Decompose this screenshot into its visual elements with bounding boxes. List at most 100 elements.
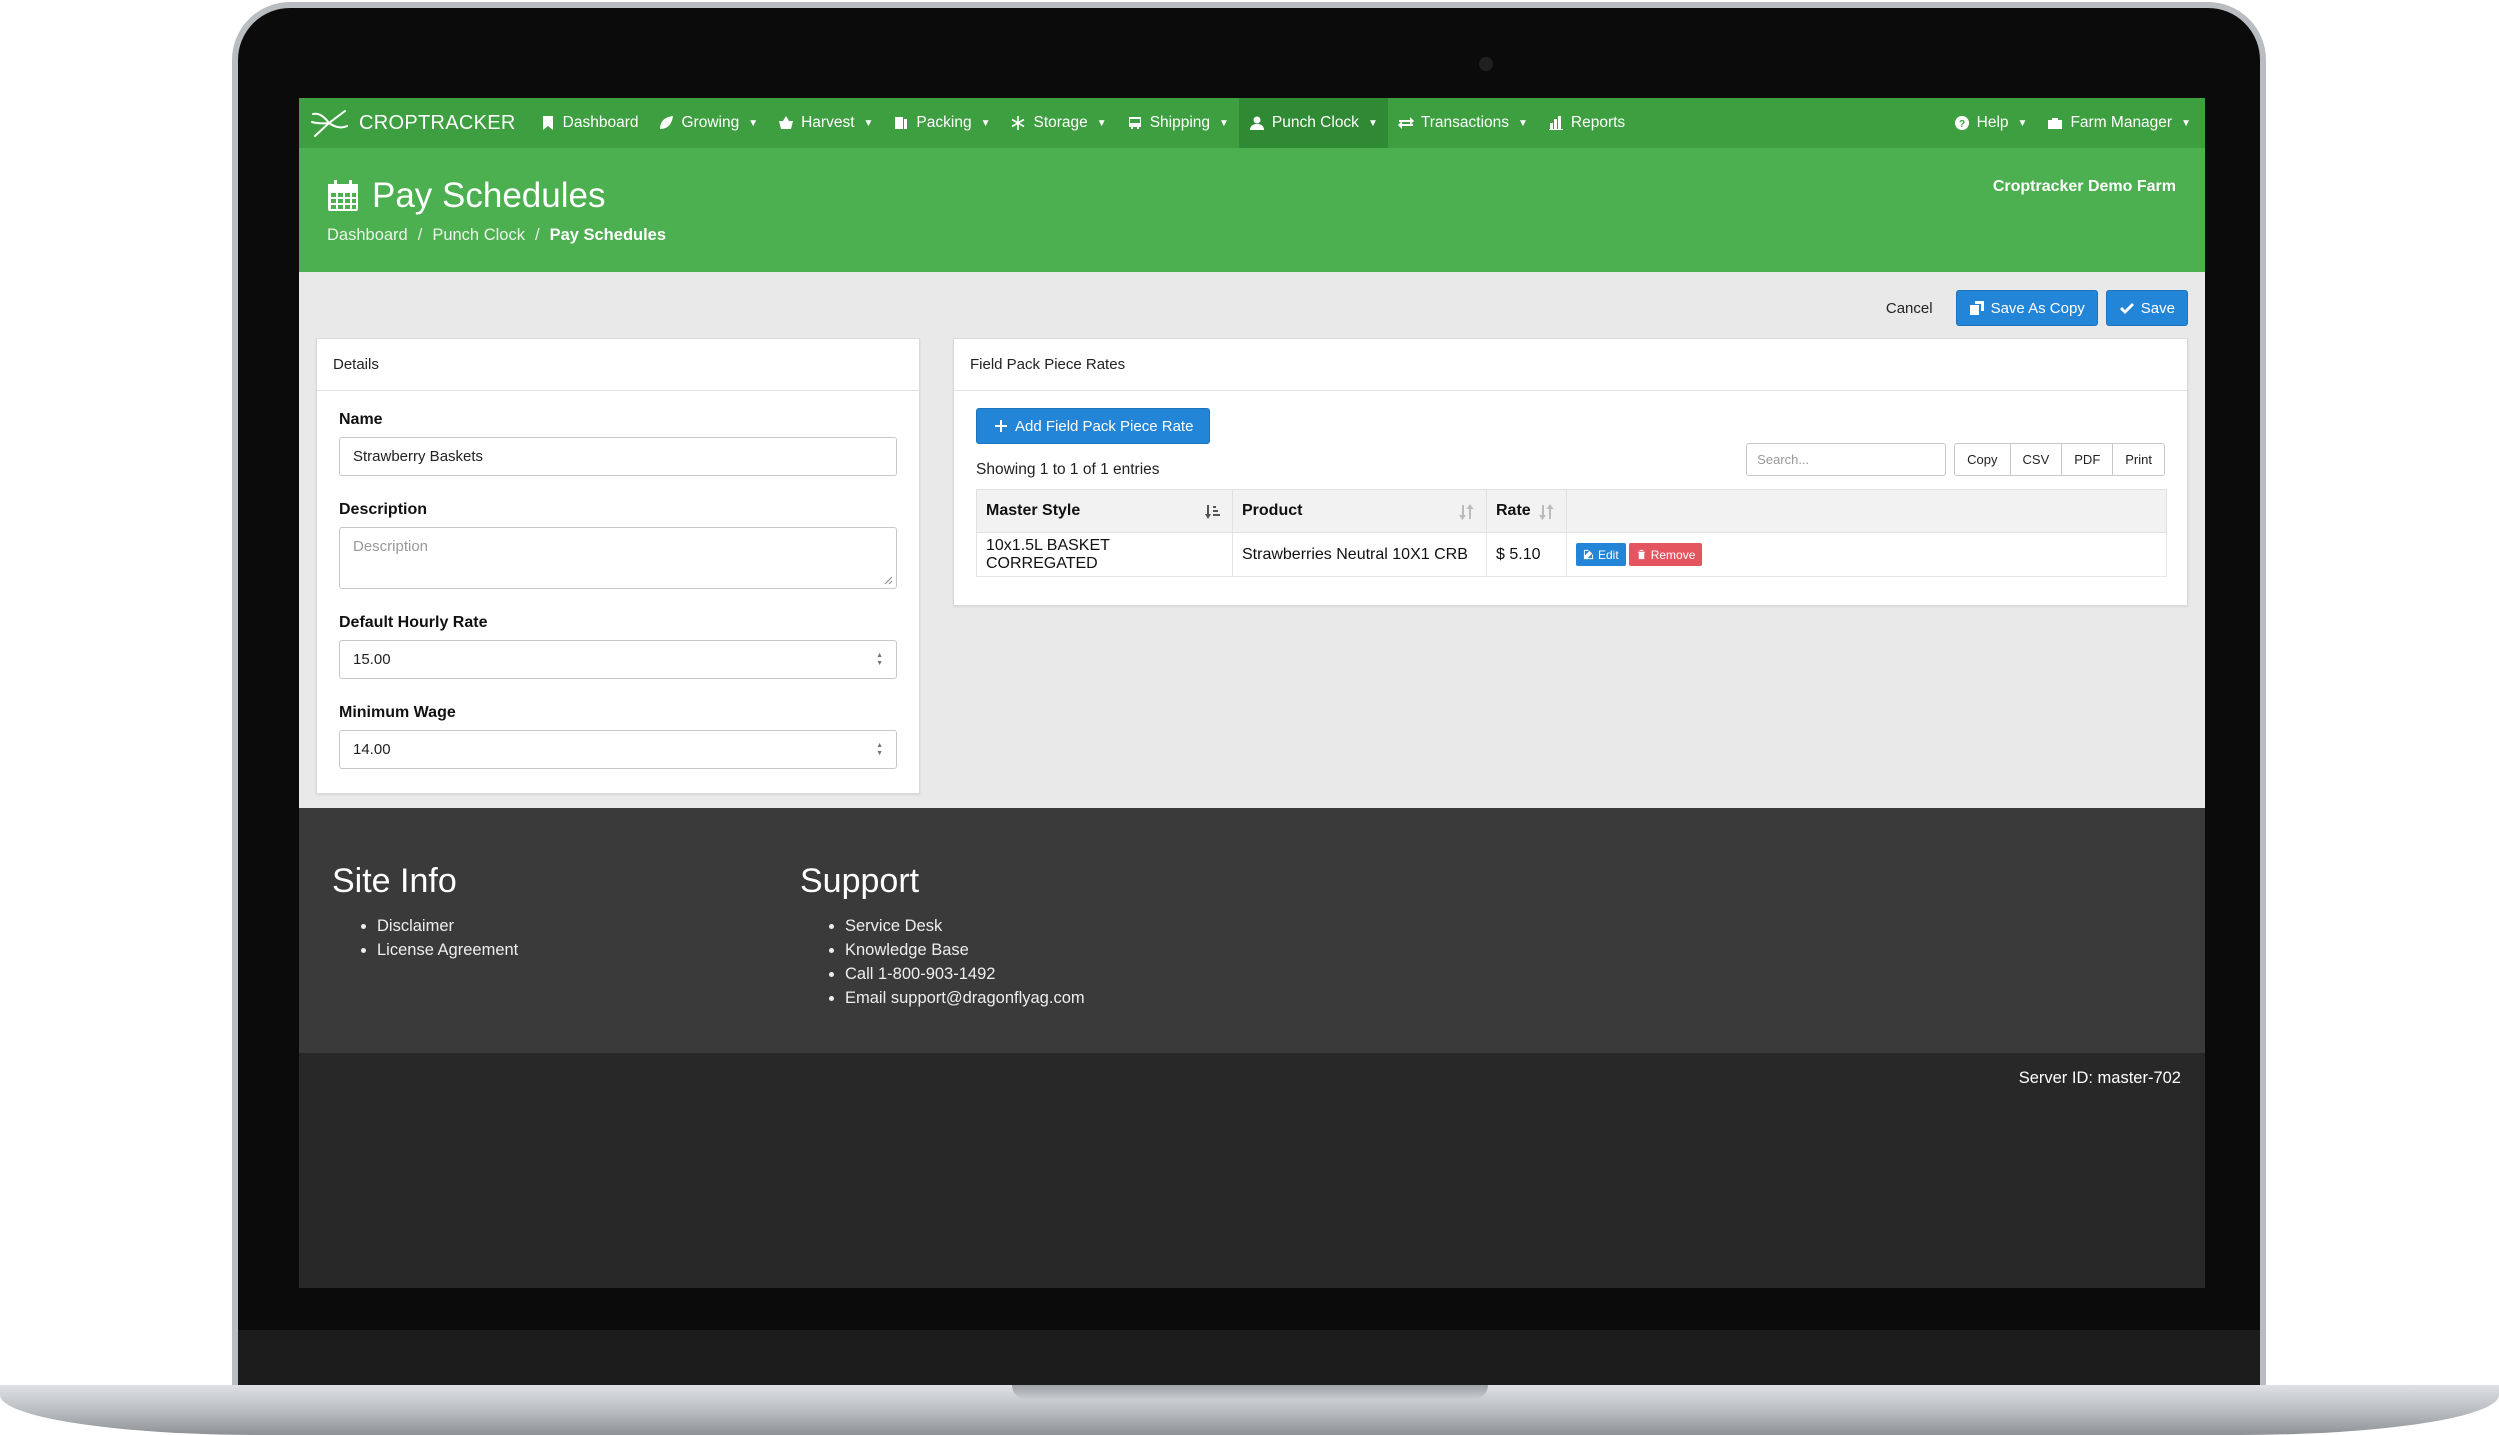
cancel-button[interactable]: Cancel (1871, 290, 1948, 326)
edit-label: Edit (1598, 547, 1619, 562)
footer-link-email[interactable]: Email support@dragonflyag.com (845, 986, 1085, 1010)
copy-button[interactable]: Copy (1954, 443, 2011, 476)
details-heading: Details (317, 339, 919, 391)
footer-link-license[interactable]: License Agreement (377, 938, 518, 962)
brand[interactable]: CROPTRACKER (299, 108, 530, 138)
footer-support: Support Service Desk Knowledge Base Call… (800, 862, 1085, 1010)
entries-info: Showing 1 to 1 of 1 entries (976, 461, 1160, 478)
save-as-copy-button[interactable]: Save As Copy (1955, 290, 2098, 326)
top-navbar: CROPTRACKER Dashboard Growing ▼ Harvest … (299, 98, 2205, 148)
bus-icon (1128, 117, 1141, 129)
brand-name: CROPTRACKER (359, 111, 516, 134)
bar-chart-icon (1548, 116, 1563, 130)
table-tools: Search... Copy CSV PDF Print (1746, 443, 2165, 476)
footer-link-service-desk[interactable]: Service Desk (845, 914, 1085, 938)
footer-link-phone[interactable]: Call 1-800-903-1492 (845, 962, 1085, 986)
nav-dashboard[interactable]: Dashboard (530, 98, 649, 148)
pdf-button[interactable]: PDF (2061, 443, 2114, 476)
breadcrumb-punch-clock[interactable]: Punch Clock (432, 226, 525, 245)
csv-button[interactable]: CSV (2009, 443, 2063, 476)
resize-handle-icon[interactable] (883, 575, 893, 585)
footer: Site Info Disclaimer License Agreement S… (299, 808, 2205, 1053)
save-button[interactable]: Save (2105, 290, 2188, 326)
nav-shipping[interactable]: Shipping ▼ (1117, 98, 1239, 148)
camera (1479, 57, 1493, 71)
page-title: Pay Schedules (326, 176, 605, 216)
basket-icon (779, 116, 794, 129)
sort-asc-icon (1205, 505, 1220, 519)
copy-save-icon (1969, 301, 1984, 315)
breadcrumb-dashboard[interactable]: Dashboard (327, 226, 408, 245)
minimum-wage-label: Minimum Wage (339, 704, 456, 721)
nav-harvest[interactable]: Harvest ▼ (768, 98, 883, 148)
screen-bezel (238, 1330, 2260, 1386)
edit-button[interactable]: Edit (1576, 543, 1626, 566)
snowflake-icon (1012, 116, 1025, 130)
nav-packing[interactable]: Packing ▼ (883, 98, 1000, 148)
nav-punch-clock[interactable]: Punch Clock ▼ (1238, 98, 1388, 148)
column-rate[interactable]: Rate (1486, 489, 1567, 533)
details-panel: Details Name Strawberry Baskets Descript… (316, 338, 920, 794)
caret-down-icon: ▼ (980, 117, 991, 129)
add-piece-rate-button[interactable]: Add Field Pack Piece Rate (976, 408, 1211, 444)
nav-help[interactable]: ? Help ▼ (1944, 98, 2038, 148)
number-spinner-icon[interactable]: ▲ ▼ (876, 652, 883, 668)
bookmark-icon (542, 116, 553, 130)
name-label: Name (339, 411, 383, 428)
server-id: Server ID: master-702 (2018, 1069, 2181, 1087)
main-content: Cancel Save As Copy Save Details Name St… (299, 272, 2205, 808)
description-field[interactable]: Description (339, 527, 897, 589)
nav-storage[interactable]: Storage ▼ (1000, 98, 1116, 148)
nav-label: Transactions (1420, 114, 1509, 131)
column-actions (1566, 489, 2167, 533)
caret-down-icon: ▼ (748, 117, 759, 129)
site-info-title: Site Info (332, 862, 457, 900)
laptop-notch (1012, 1385, 1488, 1399)
question-circle-icon: ? (1954, 116, 1969, 130)
remove-button[interactable]: Remove (1628, 543, 1703, 566)
description-label: Description (339, 501, 428, 518)
nav-label: Packing (916, 114, 972, 131)
breadcrumb-separator: / (417, 226, 423, 244)
column-label: Rate (1496, 502, 1531, 519)
exchange-icon (1397, 117, 1414, 129)
save-as-copy-label: Save As Copy (1990, 299, 2085, 317)
minimum-wage-field[interactable]: 14.00 ▲ ▼ (339, 730, 897, 769)
caret-down-icon: ▼ (863, 117, 874, 129)
nav-transactions[interactable]: Transactions ▼ (1388, 98, 1538, 148)
edit-icon (1583, 549, 1594, 560)
nav-label: Reports (1570, 114, 1626, 131)
support-title: Support (800, 862, 920, 900)
save-label: Save (2140, 299, 2175, 317)
nav-label: Punch Clock (1271, 114, 1359, 131)
caret-down-icon: ▼ (1518, 117, 1528, 129)
hourly-rate-field[interactable]: 15.00 ▲ ▼ (339, 640, 897, 679)
footer-link-disclaimer[interactable]: Disclaimer (377, 914, 518, 938)
column-label: Product (1242, 502, 1303, 519)
print-button[interactable]: Print (2112, 443, 2165, 476)
nav-label: Farm Manager (2070, 114, 2173, 131)
nav-reports[interactable]: Reports (1538, 98, 1635, 148)
page-title-text: Pay Schedules (372, 176, 606, 215)
footer-link-knowledge-base[interactable]: Knowledge Base (845, 938, 1085, 962)
column-master-style[interactable]: Master Style (976, 489, 1233, 533)
column-product[interactable]: Product (1232, 489, 1487, 533)
page-header: Pay Schedules Dashboard / Punch Clock / … (299, 148, 2205, 272)
caret-down-icon: ▼ (2017, 117, 2028, 129)
caret-down-icon: ▼ (1219, 117, 1229, 129)
app-screen: CROPTRACKER Dashboard Growing ▼ Harvest … (299, 98, 2205, 1288)
nav-label: Dashboard (562, 114, 639, 131)
nav-label: Storage (1033, 114, 1088, 131)
nav-label: Shipping (1149, 114, 1211, 131)
hourly-rate-value: 15.00 (353, 651, 391, 668)
nav-growing[interactable]: Growing ▼ (648, 98, 768, 148)
nav-farm-manager[interactable]: Farm Manager ▼ (2037, 98, 2201, 148)
name-field[interactable]: Strawberry Baskets (339, 437, 897, 476)
table-search-input[interactable]: Search... (1746, 443, 1947, 476)
number-spinner-icon[interactable]: ▲ ▼ (876, 742, 883, 758)
farm-name: Croptracker Demo Farm (1992, 178, 2176, 195)
cell-master-style: 10x1.5L BASKET CORREGATED (976, 532, 1233, 577)
remove-label: Remove (1650, 547, 1696, 562)
caret-down-icon: ▼ (1367, 117, 1378, 129)
export-buttons: Copy CSV PDF Print (1954, 443, 2165, 476)
